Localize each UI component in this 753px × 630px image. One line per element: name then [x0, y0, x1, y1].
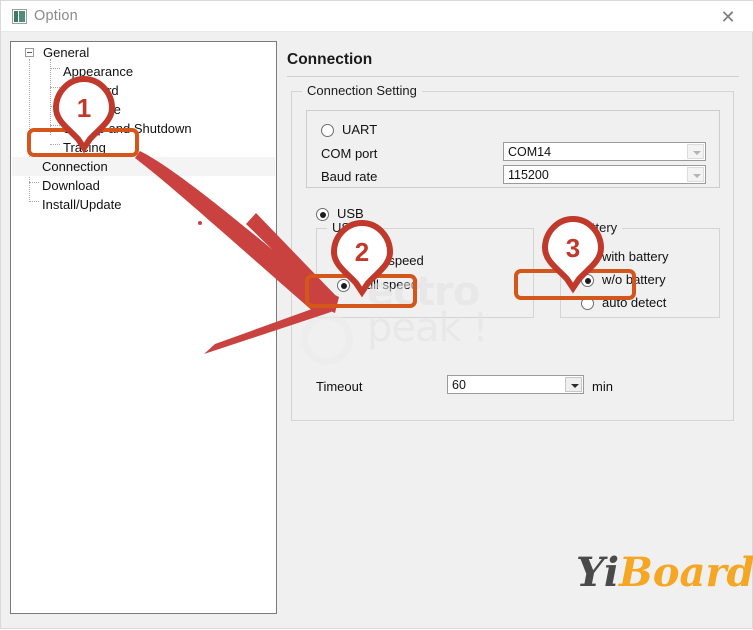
tree-connector [50, 106, 60, 107]
sidebar-item-connection[interactable]: Connection [12, 157, 275, 176]
chevron-down-icon[interactable] [687, 144, 704, 159]
tree-connector [29, 59, 30, 157]
tree-connector [50, 87, 60, 88]
option-dialog: Option ✕ General Appearance Keyboard Lan… [0, 0, 753, 629]
radio-with-battery-label: with battery [602, 249, 669, 264]
usb-speed-group-label: USB [327, 220, 364, 235]
tree-connector [50, 125, 60, 126]
battery-group-label: Battery [571, 220, 623, 235]
connection-setting-group-label: Connection Setting [302, 83, 422, 98]
connection-page: Connection Connection Setting UART COM p… [287, 41, 739, 616]
battery-group: Battery with battery w/o battery auto de… [560, 220, 720, 318]
chevron-down-icon[interactable] [687, 167, 704, 182]
settings-tree-panel[interactable]: General Appearance Keyboard Language Sta… [10, 41, 277, 614]
radio-wo-battery-label: w/o battery [602, 272, 666, 287]
title-bar: Option ✕ [1, 1, 753, 32]
com-port-select[interactable]: COM14 [503, 142, 706, 161]
timeout-value: 60 [452, 378, 466, 392]
app-icon [12, 9, 27, 24]
com-port-label: COM port [321, 146, 378, 161]
collapse-icon[interactable] [25, 48, 34, 57]
radio-high-speed-label: High speed [358, 253, 424, 268]
timeout-unit-label: min [592, 379, 613, 394]
tree-connector [29, 201, 39, 202]
radio-uart[interactable] [321, 124, 334, 137]
tree-connector [50, 144, 60, 145]
page-title: Connection [287, 51, 373, 68]
timeout-label: Timeout [316, 379, 363, 394]
radio-auto-detect[interactable] [581, 297, 594, 310]
baud-rate-select[interactable]: 115200 [503, 165, 706, 184]
tree-connector [50, 59, 51, 135]
timeout-select[interactable]: 60 [447, 375, 584, 394]
baud-rate-value: 115200 [508, 168, 549, 182]
close-icon[interactable]: ✕ [710, 4, 746, 30]
usb-speed-group: USB High speed Full speed [316, 220, 534, 318]
uart-frame: UART COM port COM14 Baud rate 115200 [306, 110, 720, 188]
tree-connector [50, 68, 60, 69]
window-title: Option [34, 8, 78, 24]
radio-auto-detect-label: auto detect [602, 295, 667, 310]
tree-connector [29, 182, 39, 183]
connection-setting-group: Connection Setting UART COM port COM14 B… [291, 83, 734, 421]
radio-wo-battery[interactable] [581, 274, 594, 287]
com-port-value: COM14 [508, 145, 552, 159]
radio-full-speed[interactable] [337, 279, 350, 292]
radio-high-speed[interactable] [337, 255, 350, 268]
baud-rate-label: Baud rate [321, 169, 378, 184]
radio-with-battery[interactable] [581, 251, 594, 264]
radio-usb-label: USB [337, 206, 364, 221]
radio-uart-label: UART [342, 122, 378, 137]
chevron-down-icon[interactable] [565, 377, 582, 392]
title-divider [287, 76, 739, 77]
radio-full-speed-label: Full speed [358, 277, 418, 292]
